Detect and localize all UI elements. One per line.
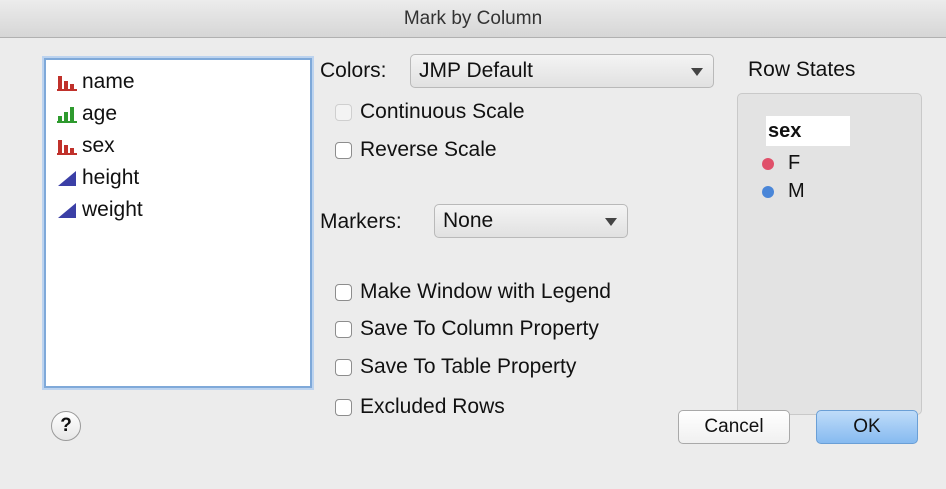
- continuous-icon: [58, 171, 76, 186]
- continuous-scale-option[interactable]: Continuous Scale: [335, 100, 525, 124]
- legend-window-option[interactable]: Make Window with Legend: [335, 280, 611, 304]
- nominal-icon: [57, 76, 77, 91]
- column-label: sex: [82, 134, 115, 157]
- excluded-rows-checkbox[interactable]: [335, 398, 352, 416]
- ordinal-icon: [57, 107, 77, 123]
- cancel-button[interactable]: Cancel: [678, 410, 790, 444]
- table-property-checkbox[interactable]: [335, 358, 352, 376]
- reverse-scale-label: Reverse Scale: [360, 138, 497, 161]
- column-item-name[interactable]: name: [46, 66, 310, 98]
- row-states-title: Row States: [748, 58, 856, 81]
- legend-item-m: M: [762, 180, 805, 203]
- row-states-panel: sex F M: [737, 93, 922, 415]
- legend-window-label: Make Window with Legend: [360, 280, 611, 303]
- excluded-rows-option[interactable]: Excluded Rows: [335, 395, 505, 419]
- column-item-sex[interactable]: sex: [46, 130, 310, 162]
- markers-label: Markers:: [320, 210, 402, 233]
- column-item-age[interactable]: age: [46, 98, 310, 130]
- column-item-height[interactable]: height: [46, 162, 310, 194]
- ok-button[interactable]: OK: [816, 410, 918, 444]
- colors-value: JMP Default: [419, 59, 533, 82]
- continuous-scale-checkbox[interactable]: [335, 103, 352, 121]
- column-property-label: Save To Column Property: [360, 317, 599, 340]
- markers-value: None: [443, 209, 494, 232]
- chevron-down-icon: [691, 68, 703, 76]
- table-property-label: Save To Table Property: [360, 355, 577, 378]
- legend-label: M: [788, 180, 805, 202]
- continuous-icon: [58, 203, 76, 218]
- legend-item-f: F: [762, 152, 800, 175]
- legend-label: F: [788, 152, 801, 174]
- excluded-rows-label: Excluded Rows: [360, 395, 505, 418]
- help-button[interactable]: ?: [51, 411, 81, 441]
- colors-select[interactable]: JMP Default: [410, 54, 714, 88]
- column-label: weight: [82, 198, 143, 221]
- chevron-down-icon: [605, 218, 617, 226]
- red-dot-icon: [762, 157, 774, 170]
- column-property-checkbox[interactable]: [335, 320, 352, 338]
- dialog-body: name age sex height weight Colors: JMP D…: [0, 38, 946, 489]
- title-bar[interactable]: Mark by Column: [0, 0, 946, 38]
- column-label: age: [82, 102, 118, 125]
- column-list[interactable]: name age sex height weight: [44, 58, 312, 388]
- reverse-scale-checkbox[interactable]: [335, 141, 352, 159]
- ok-label: OK: [853, 416, 881, 437]
- nominal-icon: [57, 140, 77, 155]
- legend-window-checkbox[interactable]: [335, 283, 352, 301]
- cancel-label: Cancel: [704, 416, 764, 437]
- window-title: Mark by Column: [403, 7, 543, 29]
- markers-select[interactable]: None: [434, 204, 628, 238]
- column-item-weight[interactable]: weight: [46, 194, 310, 226]
- colors-label: Colors:: [320, 59, 387, 82]
- row-states-header: sex: [766, 116, 850, 146]
- reverse-scale-option[interactable]: Reverse Scale: [335, 138, 497, 162]
- blue-dot-icon: [762, 185, 774, 198]
- question-mark-icon: ?: [60, 415, 72, 436]
- column-label: height: [82, 166, 140, 189]
- column-label: name: [82, 70, 135, 93]
- table-property-option[interactable]: Save To Table Property: [335, 355, 576, 379]
- column-property-option[interactable]: Save To Column Property: [335, 317, 599, 341]
- continuous-scale-label: Continuous Scale: [360, 100, 525, 123]
